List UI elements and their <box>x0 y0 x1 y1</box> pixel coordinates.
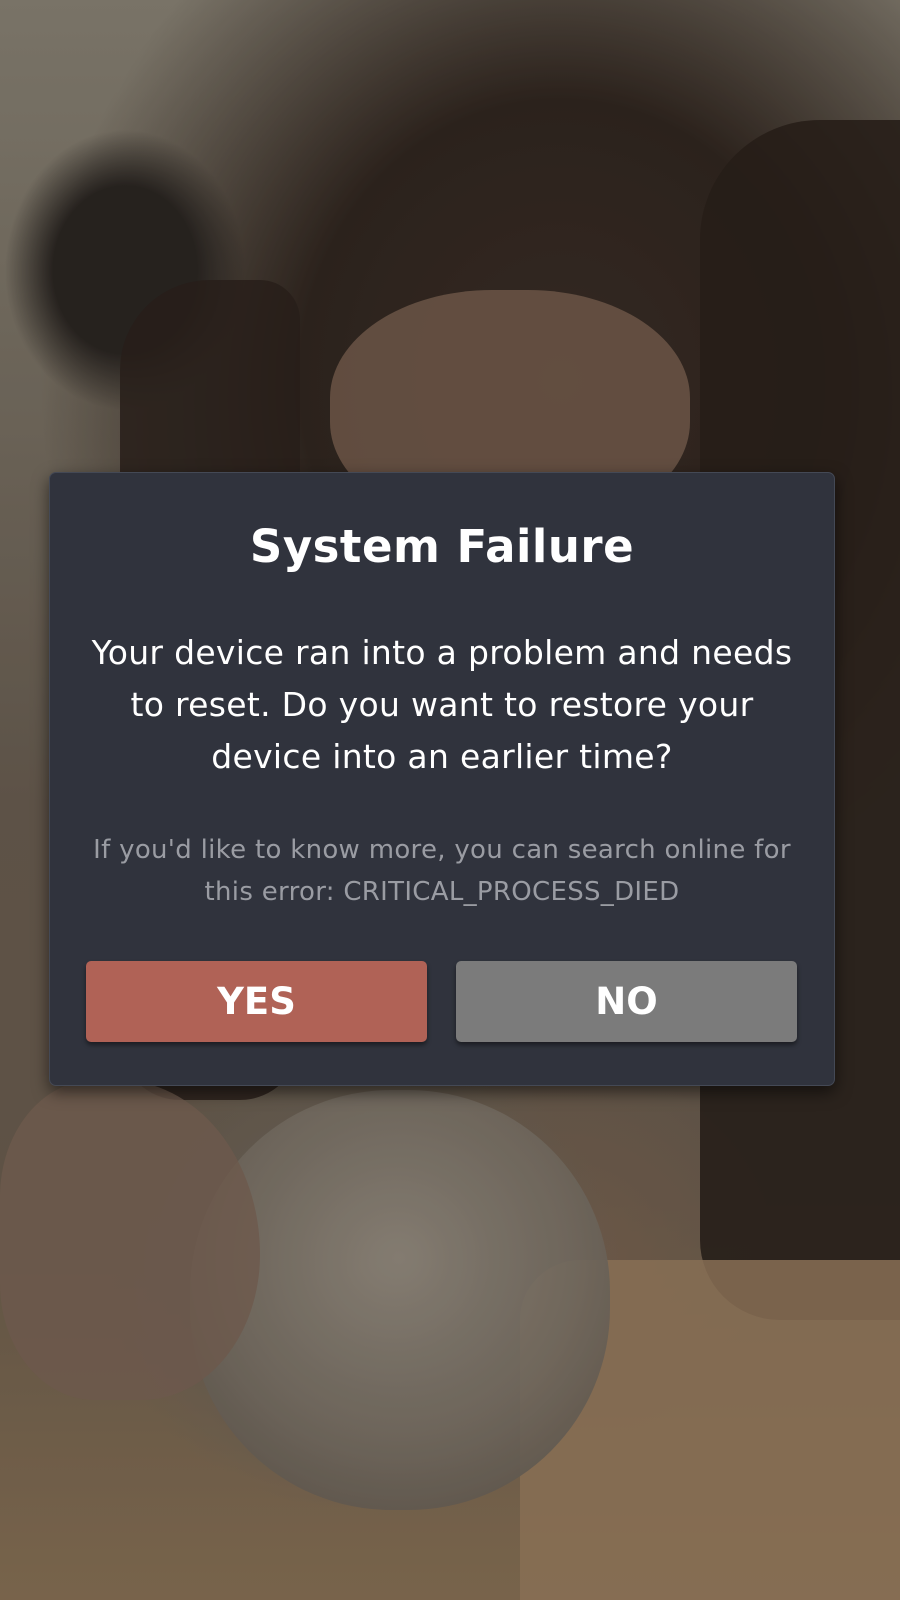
phone-screen: System Failure Your device ran into a pr… <box>0 0 900 1600</box>
system-failure-dialog: System Failure Your device ran into a pr… <box>49 472 835 1086</box>
dialog-message: Your device ran into a problem and needs… <box>91 633 793 776</box>
yes-button[interactable]: YES <box>86 961 427 1042</box>
no-button[interactable]: NO <box>456 961 797 1042</box>
dialog-error-note: If you'd like to know more, you can sear… <box>93 835 791 907</box>
dialog-title: System Failure <box>249 520 635 573</box>
